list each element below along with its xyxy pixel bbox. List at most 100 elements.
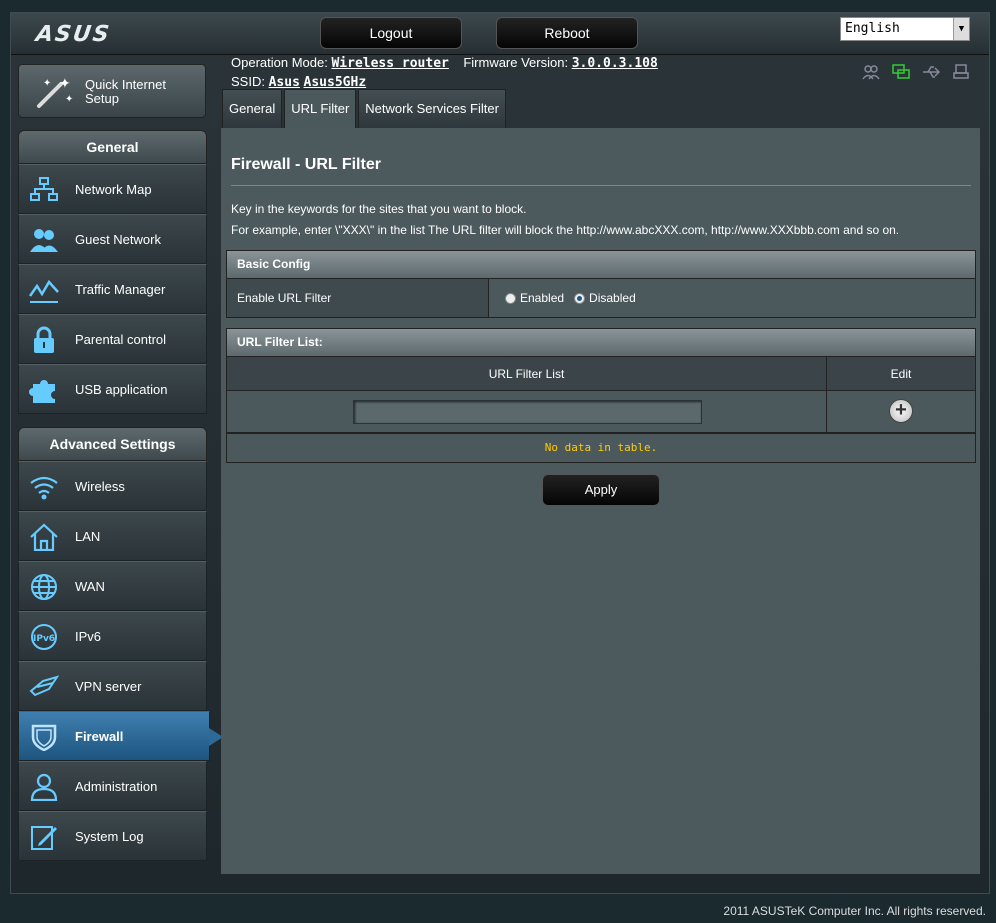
- tab-bar: General URL Filter Network Services Filt…: [222, 89, 508, 129]
- sidebar-item-label: IPv6: [75, 629, 102, 644]
- vpn-server-icon: [29, 675, 59, 697]
- title-divider: [231, 185, 971, 186]
- copyright-footer: 2011 ASUSTeK Computer Inc. All rights re…: [723, 904, 986, 918]
- sidebar-item-guest-network[interactable]: Guest Network: [18, 214, 207, 264]
- general-menu: General Network Map Guest Network Traffi…: [18, 130, 207, 414]
- chevron-down-icon: ▼: [953, 18, 969, 40]
- svg-text:✦: ✦: [43, 78, 51, 89]
- network-map-icon: [30, 177, 58, 201]
- ssid-label: SSID:: [231, 74, 265, 89]
- main-content: Firewall - URL Filter Key in the keyword…: [221, 128, 980, 874]
- sidebar-item-lan[interactable]: LAN: [18, 511, 207, 561]
- op-mode-link[interactable]: Wireless router: [331, 56, 448, 71]
- ipv6-icon: IPv6: [31, 624, 57, 650]
- column-header-edit: Edit: [890, 367, 912, 381]
- enable-url-filter-label: Enable URL Filter: [227, 279, 489, 317]
- ssid-link-1[interactable]: Asus: [269, 75, 300, 90]
- quick-setup-label: Quick Internet Setup: [85, 77, 166, 106]
- url-filter-list-header: URL Filter List Edit: [227, 356, 975, 390]
- sidebar-item-vpn-server[interactable]: VPN server: [18, 661, 207, 711]
- url-filter-input-row: +: [227, 390, 975, 432]
- sidebar-item-firewall[interactable]: Firewall: [18, 711, 223, 761]
- reboot-button[interactable]: Reboot: [496, 17, 638, 49]
- administration-icon: [30, 773, 58, 801]
- language-select[interactable]: English ▼: [840, 17, 970, 41]
- sidebar-item-network-map[interactable]: Network Map: [18, 164, 207, 214]
- operation-info: Operation Mode: Wireless router Firmware…: [231, 55, 658, 71]
- sidebar-item-label: Firewall: [75, 729, 124, 744]
- svg-text:IPv6: IPv6: [33, 634, 55, 644]
- sidebar-item-label: VPN server: [75, 679, 142, 694]
- enabled-label: Enabled: [520, 291, 565, 305]
- sidebar-item-label: Parental control: [75, 332, 167, 347]
- firmware-link[interactable]: 3.0.0.3.108: [572, 56, 658, 71]
- sidebar-item-label: Wireless: [75, 479, 125, 494]
- wan-icon: [31, 574, 57, 600]
- parental-control-icon: [34, 326, 54, 353]
- sidebar-item-label: Guest Network: [75, 232, 161, 247]
- basic-config-title: Basic Config: [227, 251, 975, 278]
- disabled-radio[interactable]: [574, 292, 586, 304]
- enable-url-filter-row: Enable URL Filter Enabled Disabled: [227, 278, 975, 317]
- tab-network-services-filter[interactable]: Network Services Filter: [358, 89, 506, 129]
- enable-url-filter-options: Enabled Disabled: [489, 279, 975, 317]
- url-keyword-input[interactable]: [353, 400, 702, 424]
- ssid-link-2[interactable]: Asus5GHz: [304, 75, 367, 90]
- sidebar-item-label: Administration: [75, 779, 158, 794]
- logout-button[interactable]: Logout: [320, 17, 462, 49]
- op-mode-label: Operation Mode:: [231, 55, 328, 70]
- sidebar-item-administration[interactable]: Administration: [18, 761, 207, 811]
- magic-wand-icon: ✦ ✦ ✦: [37, 76, 73, 108]
- sidebar-item-label: WAN: [75, 579, 105, 594]
- sidebar-item-wireless[interactable]: Wireless: [18, 461, 207, 511]
- quick-internet-setup-button[interactable]: ✦ ✦ ✦ Quick Internet Setup: [18, 64, 206, 118]
- tab-url-filter[interactable]: URL Filter: [284, 89, 357, 129]
- wireless-icon: [30, 476, 58, 500]
- url-filter-list-section: URL Filter List: URL Filter List Edit +: [226, 328, 976, 433]
- column-header-url-list: URL Filter List: [227, 357, 827, 390]
- usb-application-icon: [29, 380, 55, 403]
- clients-icon[interactable]: [862, 64, 880, 80]
- status-icons: [862, 64, 970, 80]
- sidebar-item-label: USB application: [75, 382, 168, 397]
- edit-cell: +: [827, 391, 975, 432]
- enabled-radio[interactable]: [505, 292, 516, 304]
- advanced-menu: Advanced Settings Wireless LAN WAN IPv6 …: [18, 427, 223, 861]
- disabled-label: Disabled: [589, 291, 636, 305]
- svg-text:✦: ✦: [65, 94, 73, 105]
- ssid-info: SSID: Asus Asus5GHz: [231, 74, 366, 90]
- description-line-1: Key in the keywords for the sites that y…: [231, 202, 527, 216]
- firmware-label: Firmware Version:: [463, 55, 569, 70]
- sidebar-item-ipv6[interactable]: IPv6 IPv6: [18, 611, 207, 661]
- sidebar-item-usb-application[interactable]: USB application: [18, 364, 207, 414]
- page-title: Firewall - URL Filter: [231, 156, 381, 173]
- printer-icon[interactable]: [952, 64, 970, 80]
- apply-button[interactable]: Apply: [542, 474, 660, 506]
- traffic-manager-icon: [29, 279, 59, 303]
- sidebar-item-system-log[interactable]: System Log: [18, 811, 207, 861]
- firewall-icon: [31, 724, 57, 751]
- tab-general[interactable]: General: [222, 89, 283, 129]
- svg-text:✦: ✦: [59, 76, 71, 92]
- description-line-2: For example, enter \"XXX\" in the list T…: [231, 223, 900, 237]
- asus-logo: ASUS: [34, 22, 113, 47]
- sidebar-item-label: Traffic Manager: [75, 282, 166, 297]
- add-plus-icon[interactable]: +: [889, 399, 913, 423]
- internet-status-icon[interactable]: [892, 64, 910, 80]
- lan-icon: [30, 523, 58, 551]
- guest-network-icon: [30, 229, 58, 252]
- sidebar-item-parental-control[interactable]: Parental control: [18, 314, 207, 364]
- sidebar-item-label: System Log: [75, 829, 144, 844]
- no-data-message: No data in table.: [226, 433, 976, 463]
- basic-config-section: Basic Config Enable URL Filter Enabled D…: [226, 250, 976, 318]
- sidebar-item-wan[interactable]: WAN: [18, 561, 207, 611]
- url-filter-list-title: URL Filter List:: [227, 329, 975, 356]
- general-menu-title: General: [18, 130, 207, 164]
- language-value: English: [845, 21, 900, 36]
- sidebar-item-traffic-manager[interactable]: Traffic Manager: [18, 264, 207, 314]
- usb-icon[interactable]: [922, 64, 941, 80]
- url-input-cell: [227, 391, 827, 432]
- advanced-menu-title: Advanced Settings: [18, 427, 207, 461]
- sidebar-item-label: LAN: [75, 529, 101, 544]
- system-log-icon: [31, 826, 57, 850]
